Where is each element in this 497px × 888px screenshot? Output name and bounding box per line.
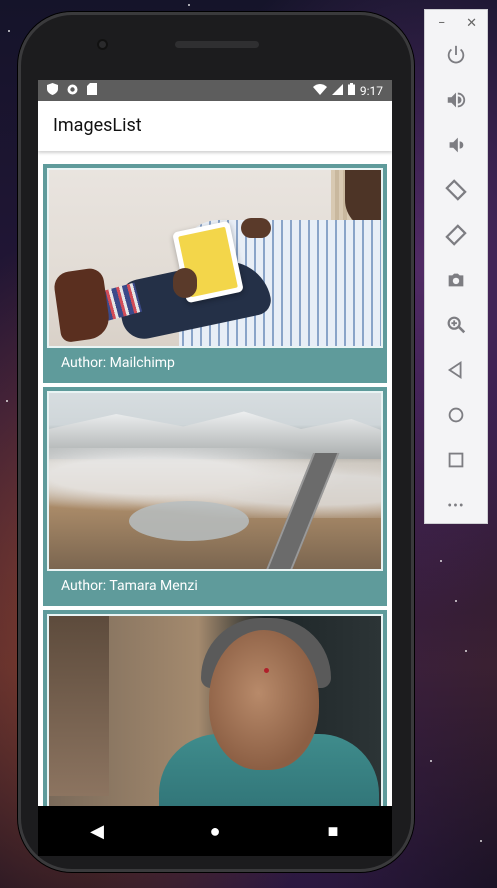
rotate-left-button[interactable] bbox=[425, 174, 487, 210]
rotate-right-icon bbox=[445, 224, 467, 250]
minimize-button[interactable]: − bbox=[438, 16, 445, 31]
sd-card-icon bbox=[87, 83, 97, 98]
image-card[interactable]: Author: Mailchimp bbox=[43, 164, 387, 383]
overview-icon bbox=[445, 449, 467, 475]
power-icon bbox=[445, 44, 467, 70]
signal-icon bbox=[331, 83, 343, 98]
back-icon bbox=[445, 359, 467, 385]
system-nav-bar: ◀ ● ■ bbox=[38, 806, 392, 856]
nav-home-button[interactable]: ● bbox=[195, 821, 235, 842]
card-photo bbox=[47, 168, 383, 348]
image-card[interactable]: Author: Tamara Menzi bbox=[43, 387, 387, 606]
rotate-right-button[interactable] bbox=[425, 219, 487, 255]
earpiece-speaker bbox=[175, 41, 259, 48]
nav-back-button[interactable]: ◀ bbox=[77, 821, 117, 842]
zoom-icon bbox=[445, 314, 467, 340]
card-photo bbox=[47, 391, 383, 571]
record-icon bbox=[67, 84, 78, 98]
volume-down-icon bbox=[445, 134, 467, 160]
camera-icon bbox=[445, 269, 467, 295]
battery-icon bbox=[347, 83, 355, 98]
front-camera bbox=[97, 39, 108, 50]
more-button[interactable]: ••• bbox=[425, 488, 487, 524]
phone-frame: 9:17 ImagesList Author: Mailchimp Author… bbox=[18, 12, 414, 872]
image-list[interactable]: Author: Mailchimp Author: Tamara Menzi bbox=[38, 154, 392, 806]
nav-recents-button[interactable]: ■ bbox=[313, 821, 353, 842]
status-bar: 9:17 bbox=[38, 80, 392, 101]
screenshot-button[interactable] bbox=[425, 264, 487, 300]
volume-up-icon bbox=[445, 89, 467, 115]
power-button[interactable] bbox=[425, 39, 487, 75]
close-button[interactable]: ✕ bbox=[466, 16, 477, 31]
card-caption: Author: Mailchimp bbox=[61, 355, 175, 371]
image-card[interactable] bbox=[43, 610, 387, 806]
card-photo bbox=[47, 614, 383, 806]
emulator-toolbar: − ✕ ••• bbox=[424, 9, 488, 524]
rotate-left-icon bbox=[445, 179, 467, 205]
page-title: ImagesList bbox=[53, 115, 142, 136]
overview-button[interactable] bbox=[425, 444, 487, 480]
home-button[interactable] bbox=[425, 399, 487, 435]
home-icon bbox=[445, 404, 467, 430]
back-button[interactable] bbox=[425, 354, 487, 390]
shield-icon bbox=[47, 83, 58, 98]
volume-down-button[interactable] bbox=[425, 129, 487, 165]
device-screen: 9:17 ImagesList Author: Mailchimp Author… bbox=[38, 80, 392, 806]
card-caption: Author: Tamara Menzi bbox=[61, 578, 198, 594]
volume-up-button[interactable] bbox=[425, 84, 487, 120]
zoom-button[interactable] bbox=[425, 309, 487, 345]
status-time: 9:17 bbox=[359, 83, 383, 98]
wifi-icon bbox=[312, 83, 327, 98]
app-bar: ImagesList bbox=[38, 101, 392, 151]
